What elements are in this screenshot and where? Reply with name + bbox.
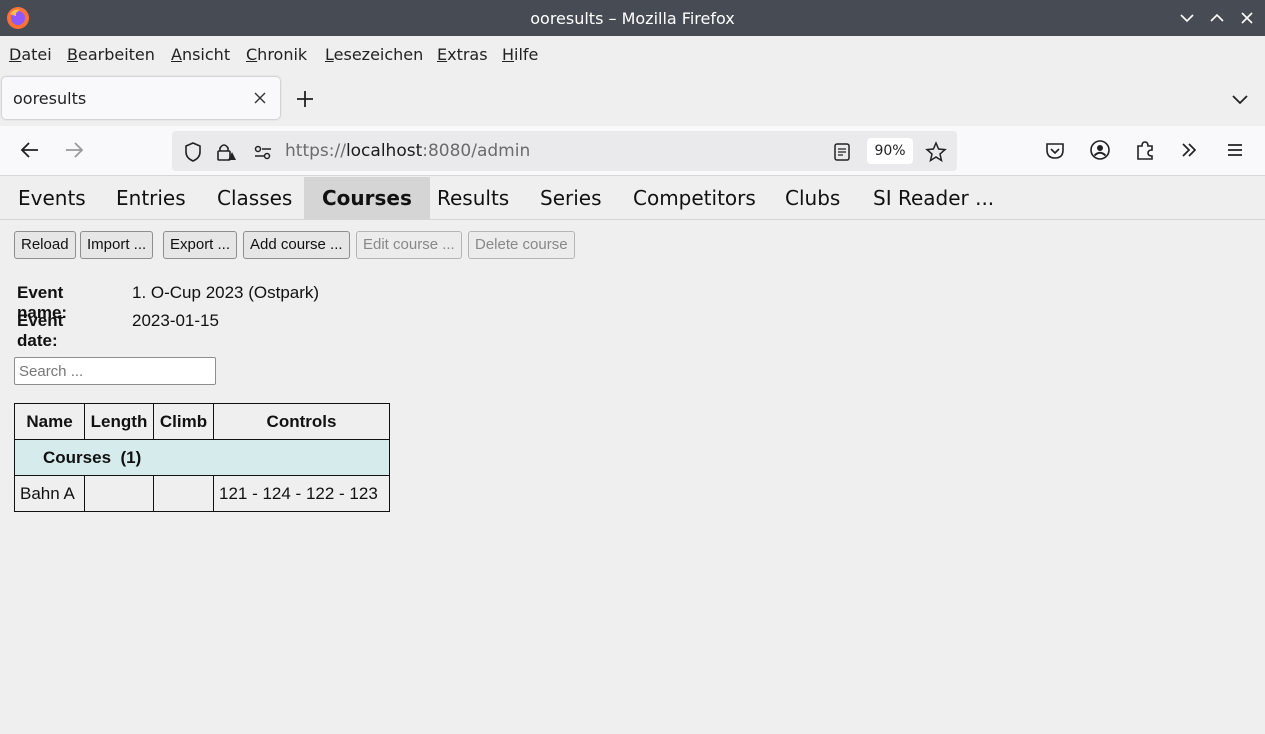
lock-warning-icon[interactable] [215, 141, 237, 163]
window-titlebar: ooresults – Mozilla Firefox [0, 0, 1265, 36]
table-header-row: Name Length Climb Controls [14, 403, 390, 440]
cell-climb [153, 475, 214, 512]
event-date-label: Event date: [17, 311, 64, 350]
tab-ooresults[interactable]: ooresults [2, 77, 280, 119]
bookmark-star-icon[interactable] [925, 141, 947, 163]
nav-courses[interactable]: Courses [304, 177, 430, 219]
shield-icon[interactable] [182, 141, 204, 163]
menu-accelerator: C [246, 45, 258, 64]
export-button[interactable]: Export ... [163, 231, 238, 259]
menu-datei[interactable]: Datei [9, 45, 52, 64]
nav-classes[interactable]: Classes [199, 177, 310, 219]
maximize-icon[interactable] [1207, 8, 1227, 28]
nav-si-reader[interactable]: SI Reader ... [855, 177, 1012, 219]
back-icon[interactable] [18, 138, 42, 162]
url-path: :8080/admin [422, 141, 531, 161]
overflow-menu-icon[interactable] [1177, 138, 1201, 162]
menu-accelerator: E [437, 45, 448, 64]
menu-hilfe[interactable]: Hilfe [502, 45, 538, 64]
account-icon[interactable] [1088, 138, 1112, 162]
col-name-header[interactable]: Name [14, 403, 85, 440]
menu-accelerator: H [502, 45, 515, 64]
event-date-value: 2023-01-15 [132, 311, 219, 330]
menu-ansicht[interactable]: Ansicht [171, 45, 230, 64]
new-tab-icon[interactable] [293, 87, 317, 111]
hamburger-menu-icon[interactable] [1223, 138, 1247, 162]
menu-accelerator: B [67, 45, 78, 64]
group-label: Courses (1) [14, 439, 390, 476]
nav-bar: https://localhost:8080/admin 90% [0, 126, 1265, 176]
permissions-icon[interactable] [252, 141, 274, 163]
tab-strip: ooresults [0, 72, 1265, 126]
cell-length [84, 475, 154, 512]
reload-button[interactable]: Reload [14, 231, 76, 259]
nav-entries[interactable]: Entries [98, 177, 204, 219]
menu-bar: Datei Bearbeiten Ansicht Chronik Lesezei… [0, 36, 1265, 72]
event-name-value: 1. O-Cup 2023 (Ostpark) [132, 283, 320, 302]
url-bar[interactable]: https://localhost:8080/admin 90% [172, 131, 957, 171]
list-all-tabs-icon[interactable] [1228, 87, 1252, 111]
window-title: ooresults – Mozilla Firefox [530, 9, 735, 28]
cell-controls: 121 - 124 - 122 - 123 [213, 475, 390, 512]
extensions-icon[interactable] [1133, 138, 1157, 162]
group-row[interactable]: Courses (1) [14, 439, 390, 476]
menu-extras[interactable]: Extras [437, 45, 488, 64]
pocket-icon[interactable] [1043, 138, 1067, 162]
menu-accelerator: A [171, 45, 182, 64]
menu-accelerator: L [325, 45, 334, 64]
nav-competitors[interactable]: Competitors [615, 177, 774, 219]
minimize-icon[interactable] [1177, 8, 1197, 28]
nav-events[interactable]: Events [0, 177, 104, 219]
reader-view-icon[interactable] [831, 141, 853, 163]
col-length-header[interactable]: Length [84, 403, 154, 440]
import-button[interactable]: Import ... [80, 231, 154, 259]
forward-icon[interactable] [62, 138, 86, 162]
nav-series[interactable]: Series [522, 177, 620, 219]
menu-bearbeiten[interactable]: Bearbeiten [67, 45, 155, 64]
app-content: Events Entries Classes Courses Results S… [0, 177, 1265, 734]
menu-lesezeichen[interactable]: Lesezeichen [325, 45, 423, 64]
app-nav: Events Entries Classes Courses Results S… [0, 177, 1265, 220]
courses-table: Name Length Climb Controls Courses (1) B… [14, 403, 390, 512]
close-window-icon[interactable] [1237, 8, 1257, 28]
zoom-level[interactable]: 90% [867, 138, 913, 164]
col-controls-header[interactable]: Controls [213, 403, 390, 440]
cell-name: Bahn A [14, 475, 85, 512]
url-text[interactable]: https://localhost:8080/admin [285, 141, 530, 161]
menu-chronik[interactable]: Chronik [246, 45, 307, 64]
nav-clubs[interactable]: Clubs [767, 177, 858, 219]
tab-title: ooresults [13, 89, 87, 108]
url-scheme: https:// [285, 141, 346, 161]
menu-accelerator: D [9, 45, 22, 64]
search-input[interactable] [14, 357, 216, 385]
col-climb-header[interactable]: Climb [153, 403, 214, 440]
nav-results[interactable]: Results [419, 177, 527, 219]
url-host: localhost [345, 141, 423, 161]
table-row[interactable]: Bahn A 121 - 124 - 122 - 123 [14, 475, 390, 512]
delete-course-button[interactable]: Delete course [468, 231, 575, 259]
edit-course-button[interactable]: Edit course ... [356, 231, 462, 259]
add-course-button[interactable]: Add course ... [243, 231, 350, 259]
close-tab-icon[interactable] [252, 90, 268, 106]
